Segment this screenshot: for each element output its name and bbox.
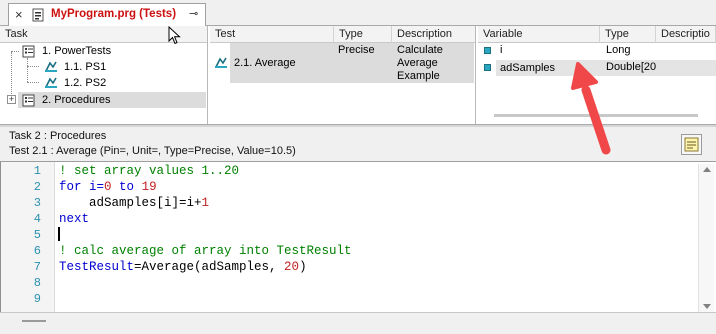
task-folder-icon (22, 45, 35, 58)
mouse-cursor-icon (168, 26, 181, 45)
editor-status-bar (0, 312, 716, 334)
task-folder-icon (22, 94, 35, 107)
code-line: for i=0 to 19 (59, 179, 157, 195)
annotation-arrow-icon (571, 62, 611, 155)
test-name-cell: 2.1. Average (234, 57, 296, 69)
code-token: ) (299, 260, 307, 274)
notes-button[interactable] (681, 134, 702, 155)
test-row[interactable]: 2.1. Average Precise Calculate Average E… (210, 43, 475, 83)
line-number: 5 (33, 228, 41, 242)
test-pane: Test Type Description 2.1. Average Preci… (210, 26, 476, 124)
program-file-icon (32, 8, 44, 22)
code-line: next (59, 211, 89, 227)
code-token: next (59, 212, 90, 226)
code-token: for (59, 180, 82, 194)
description-column-header[interactable]: Description (392, 26, 475, 43)
line-number: 8 (33, 276, 41, 290)
test-type-cell: Precise (338, 44, 375, 56)
test-info-text: Test 2.1 : Average (Pin=, Unit=, Type=Pr… (9, 145, 296, 157)
code-token: to (111, 180, 142, 194)
task-info-text: Task 2 : Procedures (9, 130, 107, 142)
line-number: 4 (33, 212, 41, 226)
horizontal-scroll-thumb[interactable] (22, 320, 46, 322)
type-column-header[interactable]: Type (334, 26, 392, 43)
test-icon (45, 61, 57, 72)
code-line: adSamples[i]=i+1 (59, 195, 209, 211)
line-number: 3 (33, 196, 41, 210)
variable-type-cell: Long (606, 44, 631, 56)
test-description-cell: Calculate Average Example (397, 44, 443, 82)
code-token: 0 (104, 180, 112, 194)
code-editor[interactable]: 1 2 3 4 5 6 7 8 9 ! set array values 1..… (0, 162, 716, 312)
line-number: 1 (33, 164, 41, 178)
test-icon (215, 57, 227, 68)
line-number: 6 (33, 244, 41, 258)
vertical-scrollbar[interactable] (698, 164, 714, 312)
code-token: TestResult (59, 260, 135, 274)
code-token: adSamples[i]=i+ (59, 196, 202, 210)
scroll-up-icon[interactable] (703, 167, 711, 172)
code-line: ! calc average of array into TestResult (59, 243, 352, 259)
code-token: =Average(adSamples, (134, 260, 285, 274)
document-tab[interactable]: × MyProgram.prg (Tests) ⊸ (8, 3, 206, 26)
tree-item-procedures[interactable]: + 2. Procedures (0, 92, 207, 108)
expand-icon[interactable]: + (7, 95, 16, 104)
vartype-column-header[interactable]: Type (600, 26, 656, 43)
text-caret (58, 227, 60, 241)
code-token: ! calc average of array into TestResult (59, 244, 352, 258)
vardescription-column-header[interactable]: Descriptio (656, 26, 716, 43)
line-number: 2 (33, 180, 41, 194)
code-token: 19 (141, 180, 157, 194)
code-token: 20 (284, 260, 300, 274)
tree-item-label: 2. Procedures (42, 94, 111, 106)
variable-column-header[interactable]: Variable (478, 26, 600, 43)
notes-icon (684, 137, 699, 152)
variable-icon (484, 64, 491, 71)
test-column-header[interactable]: Test (210, 26, 334, 43)
code-line: ! set array values 1..20 (59, 163, 239, 179)
tab-title: MyProgram.prg (Tests) (51, 8, 177, 20)
test-icon (45, 77, 57, 88)
pin-icon[interactable]: ⊸ (189, 7, 198, 20)
tree-item-label: 1. PowerTests (42, 45, 112, 57)
tree-item-label: 1.1. PS1 (64, 61, 107, 73)
tree-item-ps1[interactable]: 1.1. PS1 (0, 59, 207, 75)
line-number: 9 (33, 292, 41, 306)
variable-row[interactable]: i Long (478, 43, 716, 59)
line-number-gutter: 1 2 3 4 5 6 7 8 9 (1, 162, 55, 312)
variable-name-cell: adSamples (500, 62, 556, 74)
line-number: 7 (33, 260, 41, 274)
tree-item-ps2[interactable]: 1.2. PS2 (0, 75, 207, 91)
code-token: ! set array values 1..20 (59, 164, 240, 178)
close-tab-icon[interactable]: × (15, 7, 23, 22)
code-token: i= (81, 180, 105, 194)
variable-icon (484, 47, 491, 54)
scroll-down-icon[interactable] (703, 304, 711, 309)
document-tab-bar: × MyProgram.prg (Tests) ⊸ (0, 0, 716, 26)
code-token: 1 (201, 196, 210, 210)
code-line: TestResult=Average(adSamples, 20) (59, 259, 307, 275)
tree-item-label: 1.2. PS2 (64, 77, 107, 89)
variable-name-cell: i (500, 44, 503, 56)
